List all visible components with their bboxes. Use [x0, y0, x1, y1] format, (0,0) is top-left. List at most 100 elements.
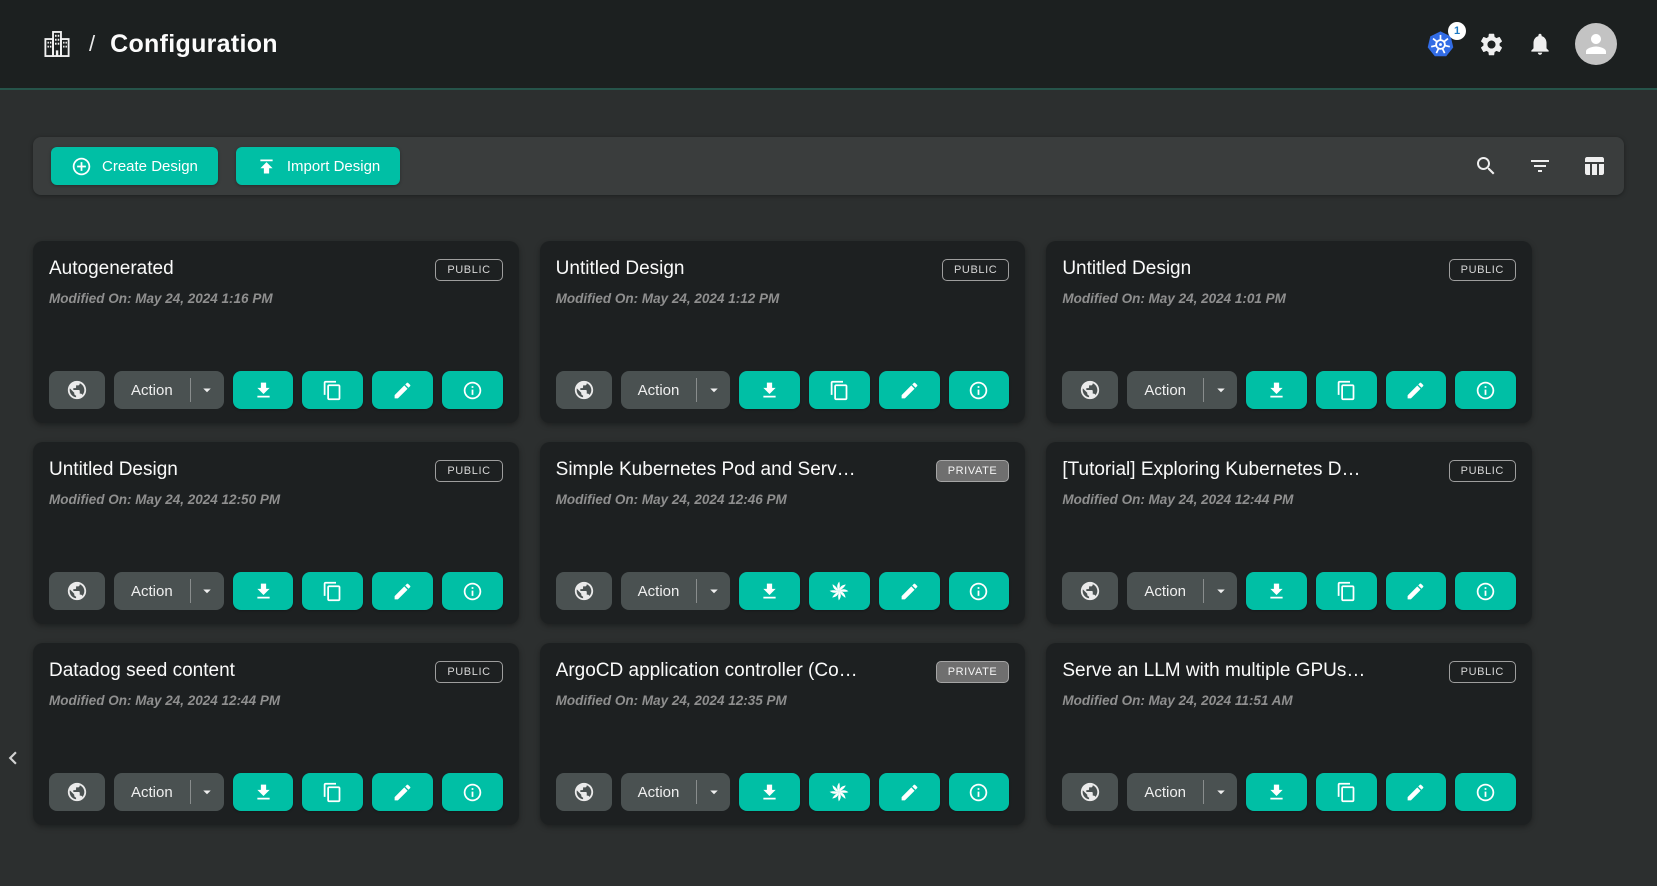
action-dropdown-toggle[interactable] — [1203, 780, 1237, 804]
action-dropdown-toggle[interactable] — [696, 378, 730, 402]
filter-button[interactable] — [1528, 154, 1552, 178]
visibility-badge: PUBLIC — [1449, 661, 1516, 683]
clone-button[interactable] — [1316, 572, 1377, 610]
edit-button[interactable] — [372, 572, 433, 610]
table-view-button[interactable] — [1582, 154, 1606, 178]
action-dropdown-toggle[interactable] — [1203, 378, 1237, 402]
search-icon — [1474, 154, 1498, 178]
action-dropdown-toggle[interactable] — [696, 780, 730, 804]
meshery-design-button[interactable] — [809, 773, 870, 811]
design-modified-date: Modified On: May 24, 2024 12:50 PM — [49, 492, 503, 507]
download-button[interactable] — [1246, 371, 1307, 409]
edit-button[interactable] — [879, 572, 940, 610]
action-dropdown-toggle[interactable] — [190, 378, 224, 402]
design-modified-date: Modified On: May 24, 2024 12:44 PM — [1062, 492, 1516, 507]
action-button[interactable]: Action — [114, 773, 190, 811]
download-icon — [759, 380, 780, 401]
visibility-globe-button[interactable] — [49, 371, 105, 409]
clone-button[interactable] — [302, 371, 363, 409]
visibility-globe-button[interactable] — [49, 773, 105, 811]
action-button[interactable]: Action — [1127, 572, 1203, 610]
edit-button[interactable] — [1386, 371, 1447, 409]
chevron-down-icon — [1212, 381, 1230, 399]
action-dropdown-toggle[interactable] — [1203, 579, 1237, 603]
action-split-button: Action — [1127, 572, 1237, 610]
download-button[interactable] — [233, 773, 294, 811]
visibility-globe-button[interactable] — [556, 572, 612, 610]
design-card-header: Untitled Design PUBLIC — [1062, 257, 1516, 282]
visibility-globe-button[interactable] — [556, 371, 612, 409]
action-button[interactable]: Action — [114, 572, 190, 610]
visibility-globe-button[interactable] — [49, 572, 105, 610]
download-button[interactable] — [739, 773, 800, 811]
visibility-globe-button[interactable] — [556, 773, 612, 811]
info-icon — [462, 581, 483, 602]
edit-button[interactable] — [1386, 773, 1447, 811]
download-icon — [253, 581, 274, 602]
info-button[interactable] — [1455, 572, 1516, 610]
action-button[interactable]: Action — [621, 371, 697, 409]
meshery-design-button[interactable] — [809, 572, 870, 610]
clone-button[interactable] — [1316, 773, 1377, 811]
info-button[interactable] — [949, 572, 1010, 610]
notifications-button[interactable] — [1527, 31, 1553, 57]
visibility-globe-button[interactable] — [1062, 572, 1118, 610]
search-button[interactable] — [1474, 154, 1498, 178]
action-button[interactable]: Action — [1127, 773, 1203, 811]
kubernetes-context-button[interactable]: 1 — [1425, 29, 1456, 60]
design-card-header: ArgoCD application controller (Co… PRIVA… — [556, 659, 1010, 684]
action-button[interactable]: Action — [621, 572, 697, 610]
clone-button[interactable] — [302, 773, 363, 811]
visibility-globe-button[interactable] — [1062, 371, 1118, 409]
info-button[interactable] — [442, 773, 503, 811]
download-button[interactable] — [233, 371, 294, 409]
import-design-button[interactable]: Import Design — [236, 147, 400, 185]
action-button[interactable]: Action — [114, 371, 190, 409]
edit-button[interactable] — [879, 773, 940, 811]
info-icon — [462, 782, 483, 803]
info-button[interactable] — [442, 572, 503, 610]
chevron-down-icon — [198, 582, 216, 600]
organization-building-icon[interactable] — [40, 27, 74, 61]
user-menu-button[interactable] — [1575, 23, 1617, 65]
info-icon — [1475, 782, 1496, 803]
action-split-button: Action — [621, 572, 731, 610]
pencil-icon — [1405, 782, 1426, 803]
action-button[interactable]: Action — [621, 773, 697, 811]
visibility-globe-button[interactable] — [1062, 773, 1118, 811]
create-design-button[interactable]: Create Design — [51, 147, 218, 185]
collapse-panel-button[interactable] — [0, 745, 26, 774]
info-button[interactable] — [442, 371, 503, 409]
edit-button[interactable] — [1386, 572, 1447, 610]
info-button[interactable] — [949, 371, 1010, 409]
info-button[interactable] — [1455, 371, 1516, 409]
download-button[interactable] — [233, 572, 294, 610]
action-dropdown-toggle[interactable] — [696, 579, 730, 603]
download-button[interactable] — [1246, 773, 1307, 811]
settings-button[interactable] — [1478, 31, 1505, 58]
action-dropdown-toggle[interactable] — [190, 780, 224, 804]
design-card-actions: Action — [556, 572, 1010, 610]
download-icon — [1266, 581, 1287, 602]
edit-button[interactable] — [372, 773, 433, 811]
edit-button[interactable] — [879, 371, 940, 409]
info-button[interactable] — [949, 773, 1010, 811]
design-title: Simple Kubernetes Pod and Serv… — [556, 458, 856, 483]
clone-button[interactable] — [302, 572, 363, 610]
design-card-header: Untitled Design PUBLIC — [556, 257, 1010, 282]
action-dropdown-toggle[interactable] — [190, 579, 224, 603]
clone-button[interactable] — [1316, 371, 1377, 409]
edit-button[interactable] — [372, 371, 433, 409]
design-card: Untitled Design PUBLIC Modified On: May … — [540, 241, 1026, 423]
download-button[interactable] — [739, 371, 800, 409]
plus-circle-icon — [71, 156, 92, 177]
download-button[interactable] — [1246, 572, 1307, 610]
download-button[interactable] — [739, 572, 800, 610]
action-button[interactable]: Action — [1127, 371, 1203, 409]
globe-icon — [66, 580, 88, 602]
clone-button[interactable] — [809, 371, 870, 409]
info-icon — [462, 380, 483, 401]
info-button[interactable] — [1455, 773, 1516, 811]
action-split-button: Action — [114, 371, 224, 409]
page-title: Configuration — [110, 30, 278, 59]
